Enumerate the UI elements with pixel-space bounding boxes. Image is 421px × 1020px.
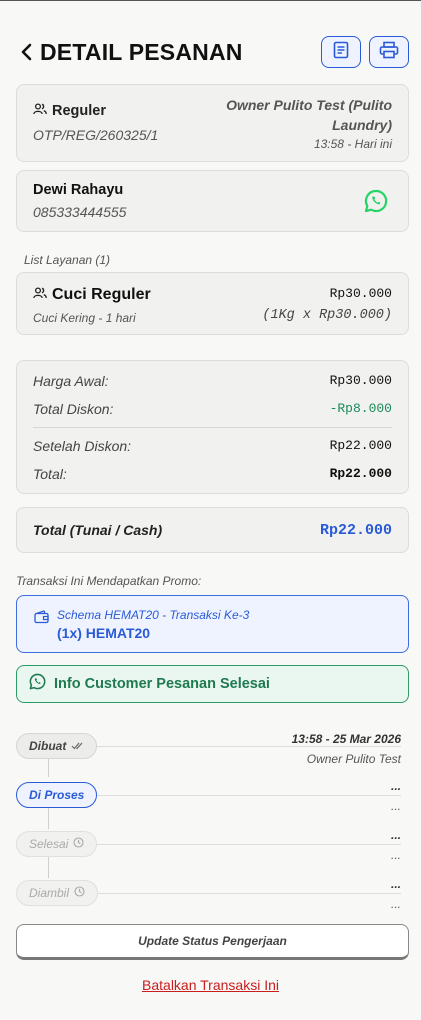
promo-section-label: Transaksi Ini Mendapatkan Promo:	[16, 574, 202, 588]
users-icon	[33, 103, 47, 119]
diskon-row: Total Diskon: -Rp8.000	[33, 401, 392, 417]
services-label: List Layanan (1)	[24, 253, 111, 267]
cancel-transaction-link[interactable]: Batalkan Transaksi Ini	[0, 977, 421, 993]
service-name: Cuci Reguler	[52, 286, 151, 303]
update-status-button[interactable]: Update Status Pengerjaan	[16, 924, 409, 960]
diskon-value: -Rp8.000	[329, 401, 392, 416]
timeline-meta-selesai: ... ...	[391, 825, 401, 865]
total-row: Total: Rp22.000	[33, 466, 392, 482]
timeline-by: ...	[390, 799, 401, 813]
status-pill-diambil: Diambil	[16, 880, 99, 906]
customer-card: Dewi Rahayu 085333444555	[16, 170, 409, 232]
timeline-connector	[48, 808, 49, 829]
info-customer-button[interactable]: Info Customer Pesanan Selesai	[16, 665, 409, 703]
timeline-date: ...	[390, 828, 401, 842]
harga-awal-value: Rp30.000	[329, 373, 392, 388]
status-label: Di Proses	[29, 788, 85, 802]
status-label: Diambil	[29, 886, 70, 900]
order-id: OTP/REG/260325/1	[33, 127, 159, 143]
status-pill-dibuat: Dibuat	[16, 733, 98, 759]
timeline-by: ...	[390, 848, 401, 862]
timeline-step-diambil: Diambil ... ...	[16, 877, 401, 911]
payment-value: Rp22.000	[319, 522, 392, 539]
order-time: 13:58 - Hari ini	[313, 137, 392, 151]
back-arrow-icon[interactable]	[16, 42, 36, 62]
total-value: Rp22.000	[329, 466, 392, 481]
customer-phone: 085333444555	[33, 204, 127, 220]
header: DETAIL PESANAN	[16, 35, 409, 69]
printer-icon	[379, 41, 399, 64]
setelah-diskon-row: Setelah Diskon: Rp22.000	[33, 438, 392, 454]
whatsapp-icon	[29, 673, 46, 695]
promo-code: (1x) HEMAT20	[57, 625, 151, 641]
timeline-connector	[48, 857, 49, 878]
status-pill-selesai: Selesai	[16, 831, 98, 857]
diskon-label: Total Diskon:	[33, 401, 114, 417]
payment-label: Total (Tunai / Cash)	[33, 522, 163, 538]
print-button[interactable]	[369, 36, 409, 68]
timeline-rule	[92, 795, 401, 796]
timeline-date: ...	[390, 779, 401, 793]
timeline-meta-diambil: ... ...	[391, 874, 401, 914]
customer-name: Dewi Rahayu	[33, 182, 124, 198]
header-actions	[321, 36, 409, 68]
whatsapp-icon[interactable]	[364, 189, 388, 218]
harga-awal-row: Harga Awal: Rp30.000	[33, 373, 392, 389]
receipt-icon	[333, 41, 349, 64]
payment-total-card: Total (Tunai / Cash) Rp22.000	[16, 507, 409, 553]
timeline-date: 13:58 - 25 Mar 2026	[291, 732, 401, 746]
divider	[33, 427, 392, 428]
timeline-rule	[98, 893, 401, 894]
status-label: Dibuat	[29, 739, 67, 753]
service-subtitle: Cuci Kering - 1 hari	[33, 311, 136, 325]
clock-icon	[73, 837, 84, 851]
timeline-meta-dibuat: 13:58 - 25 Mar 2026 Owner Pulito Test	[292, 729, 401, 769]
timeline-step-diproses: Di Proses ... ...	[16, 779, 401, 813]
harga-awal-label: Harga Awal:	[33, 373, 109, 389]
timeline-date: ...	[390, 877, 401, 891]
order-owner: Owner Pulito Test (Pulito Laundry)	[226, 97, 392, 133]
receipt-button[interactable]	[321, 36, 361, 68]
wallet-icon	[34, 610, 49, 629]
price-summary-card: Harga Awal: Rp30.000 Total Diskon: -Rp8.…	[16, 360, 409, 494]
timeline-step-dibuat: Dibuat 13:58 - 25 Mar 2026 Owner Pulito …	[16, 732, 401, 766]
info-customer-label: Info Customer Pesanan Selesai	[54, 676, 270, 692]
service-price: Rp30.000	[329, 286, 392, 301]
total-label: Total:	[33, 466, 67, 482]
promo-card: Schema HEMAT20 - Transaksi Ke-3 (1x) HEM…	[16, 595, 409, 653]
promo-schema: Schema HEMAT20 - Transaksi Ke-3	[57, 608, 250, 622]
timeline-step-selesai: Selesai ... ...	[16, 828, 401, 862]
setelah-diskon-value: Rp22.000	[329, 438, 392, 453]
setelah-diskon-label: Setelah Diskon:	[33, 438, 132, 454]
service-item-card: Cuci Reguler Cuci Kering - 1 hari Rp30.0…	[16, 272, 409, 335]
double-check-icon	[71, 739, 84, 753]
service-calculation: (1Kg x Rp30.000)	[262, 308, 392, 323]
timeline-by: Owner Pulito Test	[306, 752, 401, 766]
clock-icon	[74, 886, 85, 900]
status-pill-diproses: Di Proses	[16, 782, 98, 808]
status-label: Selesai	[29, 837, 69, 851]
page-title: DETAIL PESANAN	[40, 38, 243, 65]
order-info-card: Reguler OTP/REG/260325/1 Owner Pulito Te…	[16, 84, 409, 162]
status-timeline: Dibuat 13:58 - 25 Mar 2026 Owner Pulito …	[16, 729, 401, 915]
users-icon	[33, 286, 47, 304]
timeline-by: ...	[390, 897, 401, 911]
timeline-rule	[96, 844, 401, 845]
order-type: Reguler	[52, 103, 106, 119]
timeline-meta-diproses: ... ...	[391, 776, 401, 816]
